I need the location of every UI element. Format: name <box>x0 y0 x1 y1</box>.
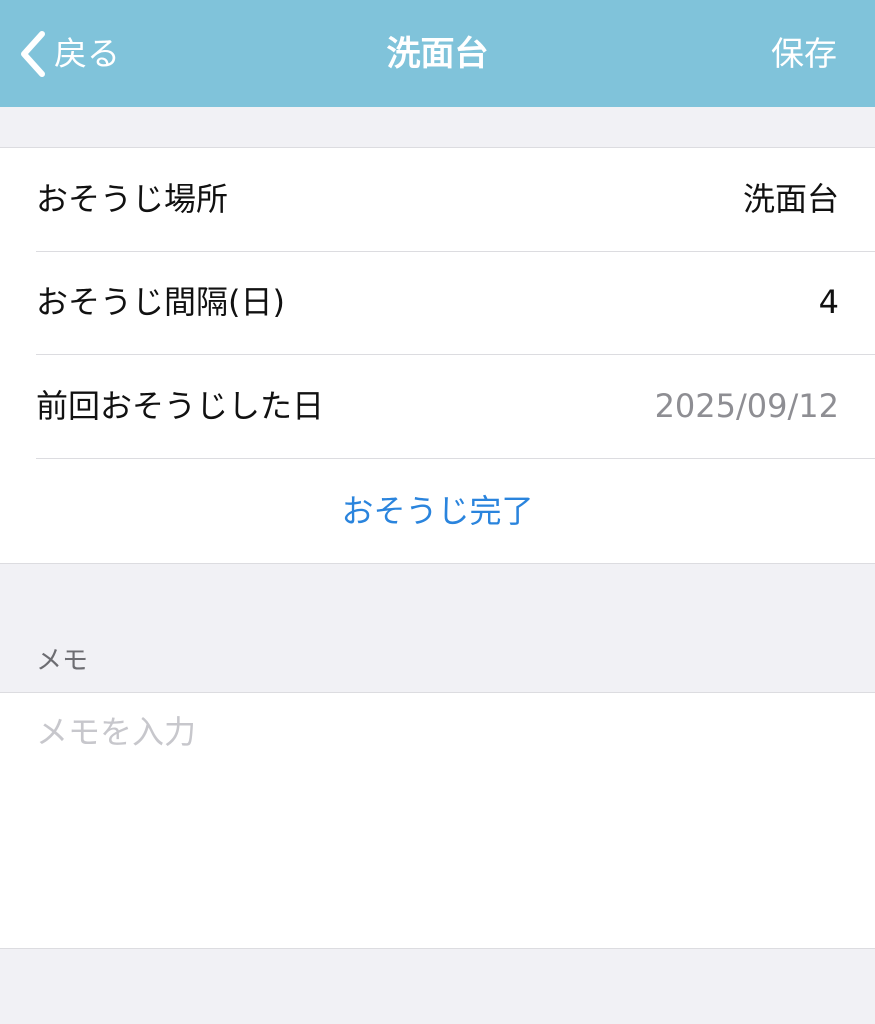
memo-input[interactable] <box>36 707 836 927</box>
interval-row[interactable]: おそうじ間隔(日) 4 <box>36 251 875 355</box>
last-cleaned-label: 前回おそうじした日 <box>36 387 325 425</box>
navigation-bar: 戻る 洗面台 保存 <box>0 0 875 107</box>
settings-group: おそうじ場所 洗面台 おそうじ間隔(日) 4 前回おそうじした日 2025/09… <box>0 147 875 564</box>
interval-label: おそうじ間隔(日) <box>36 283 285 321</box>
last-cleaned-row[interactable]: 前回おそうじした日 2025/09/12 <box>36 355 875 459</box>
save-button[interactable]: 保存 <box>771 28 837 80</box>
location-label: おそうじ場所 <box>36 180 229 218</box>
interval-value: 4 <box>818 283 839 321</box>
complete-cleaning-button[interactable]: おそうじ完了 <box>0 459 875 563</box>
location-value: 洗面台 <box>742 180 839 218</box>
memo-section-header: メモ <box>36 646 89 676</box>
page-title: 洗面台 <box>386 34 489 74</box>
location-row[interactable]: おそうじ場所 洗面台 <box>36 148 875 252</box>
memo-group <box>0 692 875 949</box>
last-cleaned-value: 2025/09/12 <box>654 387 839 425</box>
